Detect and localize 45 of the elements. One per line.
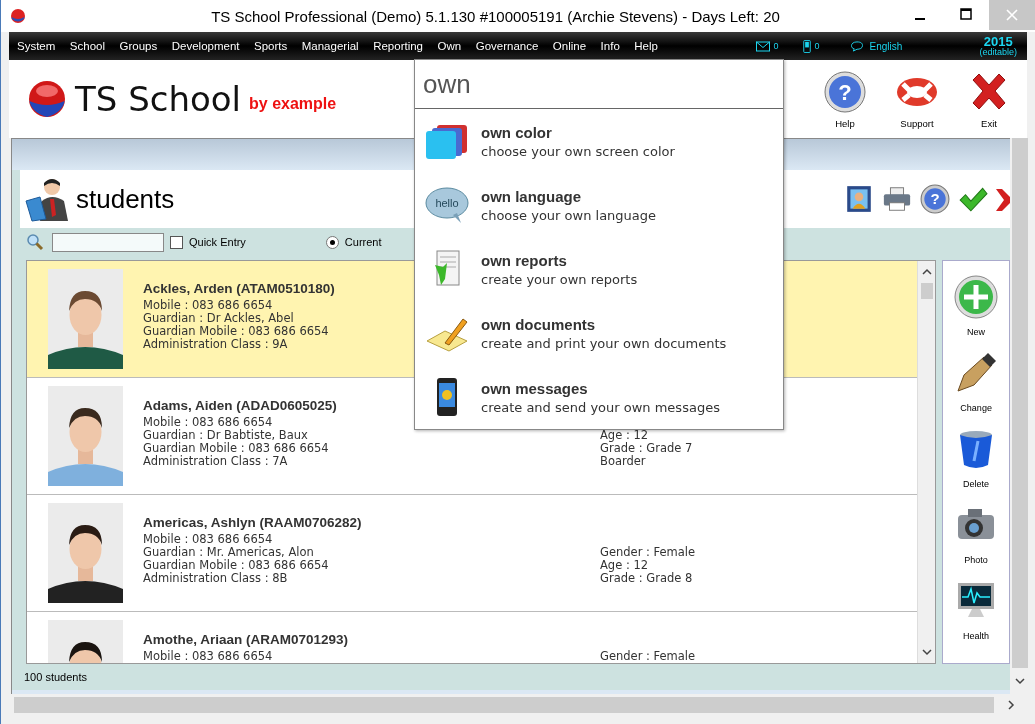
current-label: Current bbox=[344, 236, 382, 248]
student-detail: Guardian : Mr. Americas, Alon bbox=[143, 546, 314, 559]
student-detail: Administration Class : 8B bbox=[143, 572, 288, 585]
student-name: Amothe, Ariaan (ARAM0701293) bbox=[143, 632, 349, 647]
result-description: create your own reports bbox=[481, 271, 638, 287]
logo-text: TS School bbox=[75, 79, 242, 119]
result-title: own messages bbox=[481, 379, 589, 397]
student-detail: Grade : Grade 8 bbox=[600, 572, 693, 585]
student-detail: Age : 12 bbox=[600, 429, 649, 442]
status-text: 100 students bbox=[24, 671, 87, 683]
student-detail: Administration Class : 9A bbox=[143, 338, 288, 351]
mail-count: 0 bbox=[773, 41, 779, 51]
student-detail: Guardian Mobile : 083 686 6654 bbox=[143, 559, 329, 572]
module-title: students bbox=[76, 183, 175, 215]
student-detail: Boarder bbox=[600, 455, 646, 468]
logo-tagline: by example bbox=[249, 95, 337, 113]
result-description: create and send your own messages bbox=[481, 399, 720, 415]
help-icon: ? bbox=[823, 69, 867, 114]
student-detail: Guardian Mobile : 083 686 6654 bbox=[143, 325, 329, 338]
student-detail: Mobile : 083 686 6654 bbox=[143, 533, 273, 546]
student-detail: Guardian : Dr Babtiste, Baux bbox=[143, 429, 308, 442]
result-title: own documents bbox=[481, 315, 597, 333]
result-description: create and print your own documents bbox=[481, 335, 727, 351]
student-name: Adams, Aiden (ADAD0605025) bbox=[143, 398, 337, 413]
student-detail: Guardian : Dr Ackles, Abel bbox=[143, 312, 294, 325]
result-description: choose your own language bbox=[481, 207, 657, 223]
student-detail: Mobile : 083 686 6654 bbox=[143, 650, 273, 663]
year-note: (editable) bbox=[979, 48, 1017, 57]
result-description: choose your own screen color bbox=[481, 143, 675, 159]
student-detail: Guardian Mobile : 083 686 6654 bbox=[143, 442, 329, 455]
window-title: TS School Professional (Demo) 5.1.130 #100005191 (Archie Stevens) - Days Left: 20 bbox=[210, 7, 781, 25]
student-detail: Administration Class : 7A bbox=[143, 455, 288, 468]
student-detail: Gender : Female bbox=[600, 650, 696, 663]
sms-count: 0 bbox=[814, 41, 820, 51]
student-name: Americas, Ashlyn (RAAM0706282) bbox=[143, 515, 362, 530]
student-detail: Age : 12 bbox=[600, 559, 649, 572]
student-detail: Gender : Female bbox=[600, 546, 696, 559]
result-title: own language bbox=[481, 187, 582, 205]
result-title: own color bbox=[481, 123, 553, 141]
student-detail: Grade : Grade 7 bbox=[600, 442, 693, 455]
student-name: Ackles, Arden (ATAM0510180) bbox=[143, 281, 335, 296]
student-detail: Mobile : 083 686 6654 bbox=[143, 299, 273, 312]
quick-entry-label: Quick Entry bbox=[189, 236, 246, 248]
student-detail: Mobile : 083 686 6654 bbox=[143, 416, 273, 429]
result-title: own reports bbox=[481, 251, 568, 269]
